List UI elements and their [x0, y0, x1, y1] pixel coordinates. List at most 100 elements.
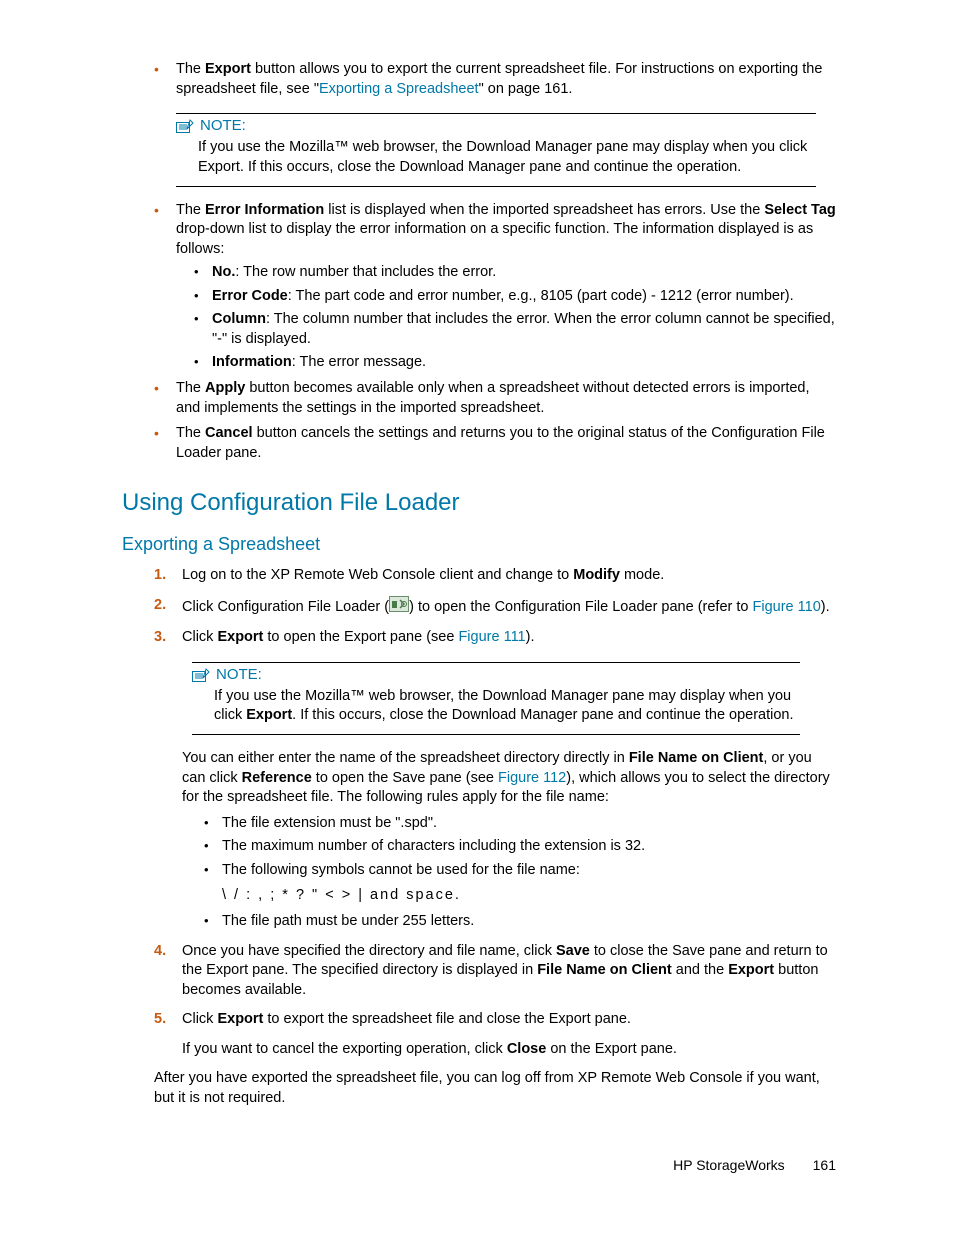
heading-exporting: Exporting a Spreadsheet — [122, 532, 836, 556]
t: Log on to the XP Remote Web Console clie… — [182, 567, 573, 583]
t: Click — [182, 1011, 217, 1027]
b: File Name on Client — [537, 962, 672, 978]
step-1: Log on to the XP Remote Web Console clie… — [154, 566, 836, 586]
b: No. — [212, 264, 235, 280]
link-figure-110[interactable]: Figure 110 — [753, 599, 821, 615]
note-heading: NOTE: — [176, 116, 816, 136]
t: Click — [182, 629, 217, 645]
cfl-toolbar-icon — [389, 596, 409, 619]
note-icon — [176, 119, 194, 133]
b: Apply — [205, 380, 245, 396]
t: ). — [821, 599, 830, 615]
heading-using-cfl: Using Configuration File Loader — [122, 487, 836, 519]
steps-list: Log on to the XP Remote Web Console clie… — [154, 566, 836, 1059]
rule-path: The file path must be under 255 letters. — [204, 912, 836, 932]
b: Select Tag — [764, 202, 835, 218]
after-paragraph: After you have exported the spreadsheet … — [154, 1069, 836, 1108]
error-info-desc: The Error Information list is displayed … — [154, 201, 836, 374]
b: Error Code — [212, 288, 288, 304]
b: Information — [212, 354, 292, 370]
t: mode. — [620, 567, 664, 583]
b: Save — [556, 943, 590, 959]
b: Close — [507, 1041, 547, 1057]
link-export-spreadsheet[interactable]: Exporting a Spreadsheet — [319, 81, 479, 97]
apply-desc: The Apply button becomes available only … — [154, 379, 836, 418]
b: Modify — [573, 567, 620, 583]
link-figure-111[interactable]: Figure 111 — [458, 629, 525, 645]
t: to open the Save pane (see — [312, 770, 498, 786]
text: " on page 161. — [479, 81, 573, 97]
t: The following symbols cannot be used for… — [222, 862, 580, 878]
t: and the — [672, 962, 728, 978]
note-label: NOTE: — [200, 116, 246, 136]
t: . If this occurs, close the Download Man… — [292, 707, 793, 723]
text: button cancels the settings and returns … — [176, 425, 825, 461]
sub-column: Column: The column number that includes … — [194, 310, 836, 349]
b: Export — [217, 629, 263, 645]
note-box: NOTE: If you use the Mozilla™ web browse… — [176, 113, 836, 186]
text: list is displayed when the imported spre… — [324, 202, 764, 218]
sub-information: Information: The error message. — [194, 353, 836, 373]
b: File Name on Client — [629, 750, 764, 766]
rule — [192, 734, 800, 735]
cancel-desc: The Cancel button cancels the settings a… — [154, 424, 836, 463]
rule-maxchars: The maximum number of characters includi… — [204, 837, 836, 857]
note-box-2: NOTE: If you use the Mozilla™ web browse… — [192, 662, 836, 735]
page-footer: HP StorageWorks 161 — [673, 1156, 836, 1175]
text: The — [176, 425, 205, 441]
b: Reference — [242, 770, 312, 786]
step-4: Once you have specified the directory an… — [154, 942, 836, 1001]
export-button-desc: The Export button allows you to export t… — [154, 60, 836, 99]
rule — [192, 662, 800, 663]
note-icon — [192, 668, 210, 682]
t: Once you have specified the directory an… — [182, 943, 556, 959]
step-5: Click Export to export the spreadsheet f… — [154, 1010, 836, 1059]
rule — [176, 186, 816, 187]
t: : The row number that includes the error… — [235, 264, 496, 280]
symbols-list: \ / : , ; * ? " < > | and space. — [222, 886, 836, 906]
b: Export — [728, 962, 774, 978]
rule-symbols: The following symbols cannot be used for… — [204, 861, 836, 906]
export-bold: Export — [205, 61, 251, 77]
b: Export — [217, 1011, 263, 1027]
filename-rules: The file extension must be ".spd". The m… — [204, 814, 836, 932]
step3-paragraph: You can either enter the name of the spr… — [182, 749, 836, 808]
note-body: If you use the Mozilla™ web browser, the… — [214, 687, 800, 726]
t: You can either enter the name of the spr… — [182, 750, 629, 766]
document-page: The Export button allows you to export t… — [0, 0, 954, 1235]
rule-ext: The file extension must be ".spd". — [204, 814, 836, 834]
note-body: If you use the Mozilla™ web browser, the… — [198, 138, 816, 177]
t: : The part code and error number, e.g., … — [288, 288, 794, 304]
top-bullet-list: The Export button allows you to export t… — [154, 60, 836, 99]
step-2: Click Configuration File Loader ( ) to op… — [154, 596, 836, 619]
t: ) to open the Configuration File Loader … — [409, 599, 752, 615]
footer-page-number: 161 — [813, 1157, 836, 1173]
b: Column — [212, 311, 266, 327]
link-figure-112[interactable]: Figure 112 — [498, 770, 566, 786]
t: on the Export pane. — [546, 1041, 677, 1057]
t: Click Configuration File Loader ( — [182, 599, 389, 615]
t: to export the spreadsheet file and close… — [263, 1011, 631, 1027]
step5-extra: If you want to cancel the exporting oper… — [182, 1040, 836, 1060]
b: Error Information — [205, 202, 324, 218]
rule — [176, 113, 816, 114]
text: The — [176, 61, 205, 77]
sub-errorcode: Error Code: The part code and error numb… — [194, 287, 836, 307]
note-label: NOTE: — [216, 665, 262, 685]
sub-no: No.: The row number that includes the er… — [194, 263, 836, 283]
step-3: Click Export to open the Export pane (se… — [154, 628, 836, 931]
t: If you want to cancel the exporting oper… — [182, 1041, 507, 1057]
text: The — [176, 380, 205, 396]
t: : The column number that includes the er… — [212, 311, 835, 347]
text: button becomes available only when a spr… — [176, 380, 810, 416]
b: Export — [246, 707, 292, 723]
footer-brand: HP StorageWorks — [673, 1157, 785, 1173]
top-bullet-list-cont: The Error Information list is displayed … — [154, 201, 836, 464]
t: : The error message. — [292, 354, 426, 370]
error-info-sublist: No.: The row number that includes the er… — [194, 263, 836, 373]
text: The — [176, 202, 205, 218]
t: to open the Export pane (see — [263, 629, 458, 645]
text: drop-down list to display the error info… — [176, 221, 813, 257]
t: ). — [526, 629, 535, 645]
b: Cancel — [205, 425, 253, 441]
